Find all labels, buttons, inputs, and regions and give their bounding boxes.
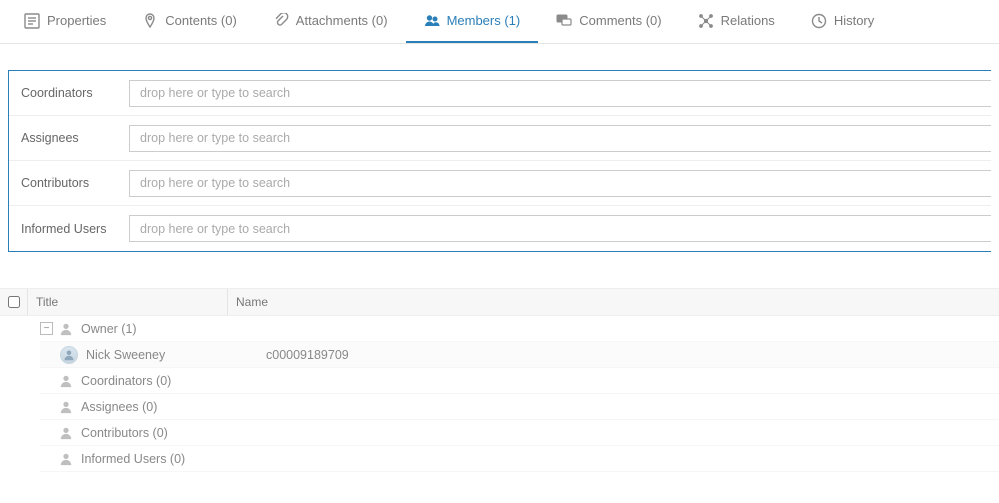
group-label: Informed Users (0): [81, 452, 185, 466]
member-title: Nick Sweeney: [86, 348, 266, 362]
person-icon: [59, 322, 73, 336]
group-label: Contributors (0): [81, 426, 168, 440]
form-label: Contributors: [9, 176, 129, 190]
form-row-coordinators: Coordinators: [9, 71, 991, 116]
tab-attachment[interactable]: Attachments (0): [255, 1, 406, 43]
table-header-row: Title Name: [0, 288, 999, 316]
group-label: Assignees (0): [81, 400, 157, 414]
select-all-checkbox[interactable]: [8, 296, 20, 308]
form-input-wrap: [129, 125, 991, 152]
group-row[interactable]: Contributors (0): [40, 420, 999, 446]
group-row[interactable]: Coordinators (0): [40, 368, 999, 394]
members-table: Title Name − Owner (1) Nick Sweeney c000…: [0, 288, 999, 472]
form-input-wrap: [129, 215, 991, 242]
group-row[interactable]: Assignees (0): [40, 394, 999, 420]
tab-label: Members (1): [447, 13, 521, 28]
informed-users-input[interactable]: [129, 215, 991, 242]
relations-icon: [698, 13, 714, 29]
tab-members[interactable]: Members (1): [406, 1, 539, 43]
form-label: Informed Users: [9, 222, 129, 236]
history-icon: [811, 13, 827, 29]
tab-label: History: [834, 13, 874, 28]
person-icon: [59, 426, 73, 440]
contributors-input[interactable]: [129, 170, 991, 197]
tab-comments[interactable]: Comments (0): [538, 1, 679, 43]
person-icon: [59, 452, 73, 466]
properties-icon: [24, 13, 40, 29]
tab-label: Properties: [47, 13, 106, 28]
collapse-toggle[interactable]: −: [40, 322, 53, 335]
tab-pin[interactable]: Contents (0): [124, 1, 255, 43]
column-header-title[interactable]: Title: [28, 289, 228, 315]
form-label: Coordinators: [9, 86, 129, 100]
tab-bar: Properties Contents (0) Attachments (0) Mem…: [0, 0, 999, 44]
pin-icon: [142, 13, 158, 29]
group-label: Coordinators (0): [81, 374, 171, 388]
form-input-wrap: [129, 170, 991, 197]
group-row[interactable]: − Owner (1): [40, 316, 999, 342]
group-row[interactable]: Informed Users (0): [40, 446, 999, 472]
tab-properties[interactable]: Properties: [6, 1, 124, 43]
comments-icon: [556, 13, 572, 29]
form-row-contributors: Contributors: [9, 161, 991, 206]
avatar: [60, 346, 78, 364]
members-form-panel: Coordinators Assignees Contributors Info…: [8, 70, 991, 252]
form-row-assignees: Assignees: [9, 116, 991, 161]
tab-label: Contents (0): [165, 13, 237, 28]
person-icon: [59, 374, 73, 388]
members-tree: − Owner (1) Nick Sweeney c00009189709 Co…: [0, 316, 999, 472]
column-header-name[interactable]: Name: [228, 295, 268, 309]
group-label: Owner (1): [81, 322, 137, 336]
select-all-cell: [0, 289, 28, 315]
form-input-wrap: [129, 80, 991, 107]
tab-relations[interactable]: Relations: [680, 1, 793, 43]
member-name: c00009189709: [266, 348, 349, 362]
tab-history[interactable]: History: [793, 1, 892, 43]
person-icon: [59, 400, 73, 414]
coordinators-input[interactable]: [129, 80, 991, 107]
attachment-icon: [273, 13, 289, 29]
assignees-input[interactable]: [129, 125, 991, 152]
tab-label: Attachments (0): [296, 13, 388, 28]
form-row-informed-users: Informed Users: [9, 206, 991, 251]
members-icon: [424, 13, 440, 29]
member-row[interactable]: Nick Sweeney c00009189709: [40, 342, 999, 368]
form-label: Assignees: [9, 131, 129, 145]
tab-label: Relations: [721, 13, 775, 28]
tab-label: Comments (0): [579, 13, 661, 28]
